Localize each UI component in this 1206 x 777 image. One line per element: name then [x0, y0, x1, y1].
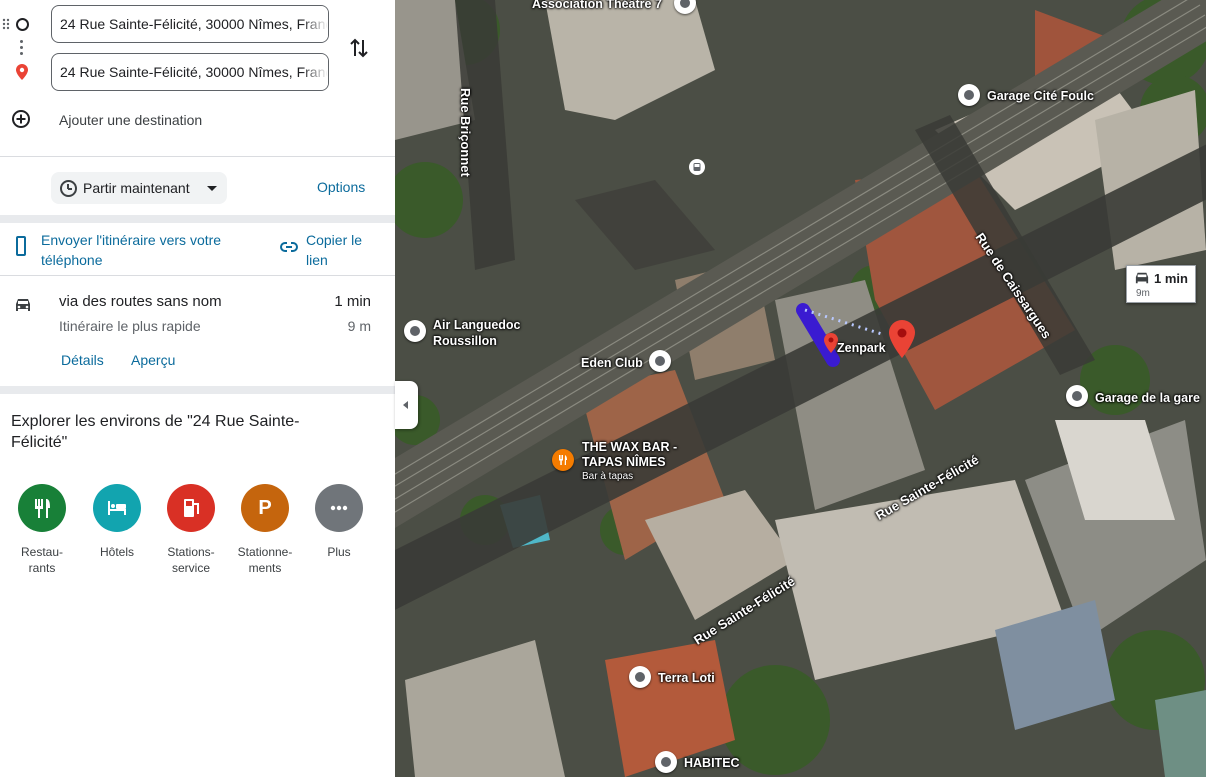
category-restaurants[interactable]: Restau- rants — [5, 484, 79, 576]
restaurant-pin-icon[interactable] — [552, 449, 574, 471]
explore-title: Explorer les environs de "24 Rue Sainte-… — [11, 413, 300, 451]
options-button[interactable]: Options — [317, 179, 365, 195]
place-sublabel: Bar à tapas — [582, 471, 634, 482]
link-icon[interactable] — [280, 240, 298, 258]
destination-pin-icon — [16, 64, 28, 85]
category-parking[interactable]: P Stationne- ments — [228, 484, 302, 576]
category-label: Hôtels — [99, 545, 134, 559]
route-title[interactable]: via des routes sans nom — [59, 293, 222, 310]
more-icon — [315, 484, 363, 532]
road-label: Rue Briçonnet — [458, 88, 473, 177]
add-destination-button[interactable]: Ajouter une destination — [59, 112, 202, 128]
category-label: Stations- service — [167, 545, 215, 575]
parking-icon: P — [241, 484, 289, 532]
divider — [0, 215, 395, 223]
satellite-map[interactable]: Association Théâtre 7 Garage Cité Foulc … — [395, 0, 1206, 777]
car-icon — [13, 296, 33, 319]
divider — [0, 275, 395, 276]
preview-button[interactable]: Aperçu — [131, 352, 175, 368]
place-pin-icon[interactable] — [404, 320, 426, 342]
destination-marker-icon[interactable] — [889, 320, 915, 363]
route-distance: 9 m — [347, 318, 371, 334]
send-to-phone-link[interactable]: Envoyer l'itinéraire vers votre téléphon… — [41, 230, 261, 270]
tooltip-distance: 9m — [1136, 288, 1150, 299]
place-label[interactable]: HABITEC — [684, 756, 740, 770]
caret-down-icon — [207, 186, 217, 191]
depart-now-button[interactable]: Partir maintenant — [51, 172, 227, 204]
divider — [0, 386, 395, 394]
place-pin-icon[interactable] — [629, 666, 651, 688]
route-dots-icon — [20, 40, 23, 58]
place-label[interactable]: Garage de la gare — [1095, 391, 1200, 405]
route-tooltip[interactable]: 1 min 9m — [1126, 265, 1196, 303]
details-button[interactable]: Détails — [61, 352, 104, 368]
category-label: Plus — [327, 545, 351, 559]
category-label: Stationne- ments — [237, 545, 293, 575]
transit-icon[interactable] — [689, 159, 705, 175]
place-pin-icon[interactable] — [1066, 385, 1088, 407]
category-label: Restau- rants — [20, 545, 64, 575]
place-pin-icon[interactable] — [655, 751, 677, 773]
clock-icon — [60, 180, 77, 197]
place-label[interactable]: Garage Cité Foulc — [987, 89, 1094, 103]
origin-input[interactable]: 24 Rue Sainte-Félicité, 30000 Nîmes, Fra… — [51, 5, 329, 43]
tooltip-duration: 1 min — [1154, 271, 1188, 286]
place-label[interactable]: Association Théâtre 7 — [532, 0, 662, 11]
phone-send-icon[interactable] — [16, 236, 26, 256]
drag-handle-icon[interactable] — [2, 17, 10, 35]
category-more[interactable]: Plus — [302, 484, 376, 560]
copy-link-button[interactable]: Copier le lien — [306, 230, 376, 270]
restaurant-icon — [18, 484, 66, 532]
place-pin-icon[interactable] — [958, 84, 980, 106]
collapse-panel-button[interactable] — [395, 381, 418, 429]
route-subtitle: Itinéraire le plus rapide — [59, 318, 201, 334]
route-duration: 1 min — [334, 293, 371, 310]
category-hotels[interactable]: Hôtels — [80, 484, 154, 560]
place-label[interactable]: THE WAX BAR - TAPAS NÎMES — [582, 440, 677, 470]
add-destination-icon[interactable] — [12, 110, 30, 128]
depart-now-label: Partir maintenant — [83, 180, 190, 196]
place-label[interactable]: Air Languedoc Roussillon — [433, 317, 521, 349]
directions-panel: 24 Rue Sainte-Félicité, 30000 Nîmes, Fra… — [0, 0, 395, 777]
category-gas-stations[interactable]: Stations- service — [154, 484, 228, 576]
place-label[interactable]: Terra Loti — [658, 671, 715, 685]
origin-circle-icon — [16, 18, 29, 31]
gas-station-icon — [167, 484, 215, 532]
place-pin-icon[interactable] — [649, 350, 671, 372]
destination-input[interactable]: 24 Rue Sainte-Félicité, 30000 Nîmes, Fra… — [51, 53, 329, 91]
swap-icon[interactable] — [347, 36, 371, 60]
parking-pin-icon[interactable] — [824, 333, 838, 358]
place-label[interactable]: Eden Club — [581, 356, 643, 370]
divider — [0, 156, 395, 157]
hotel-icon — [93, 484, 141, 532]
place-label[interactable]: Zenpark — [837, 341, 886, 355]
